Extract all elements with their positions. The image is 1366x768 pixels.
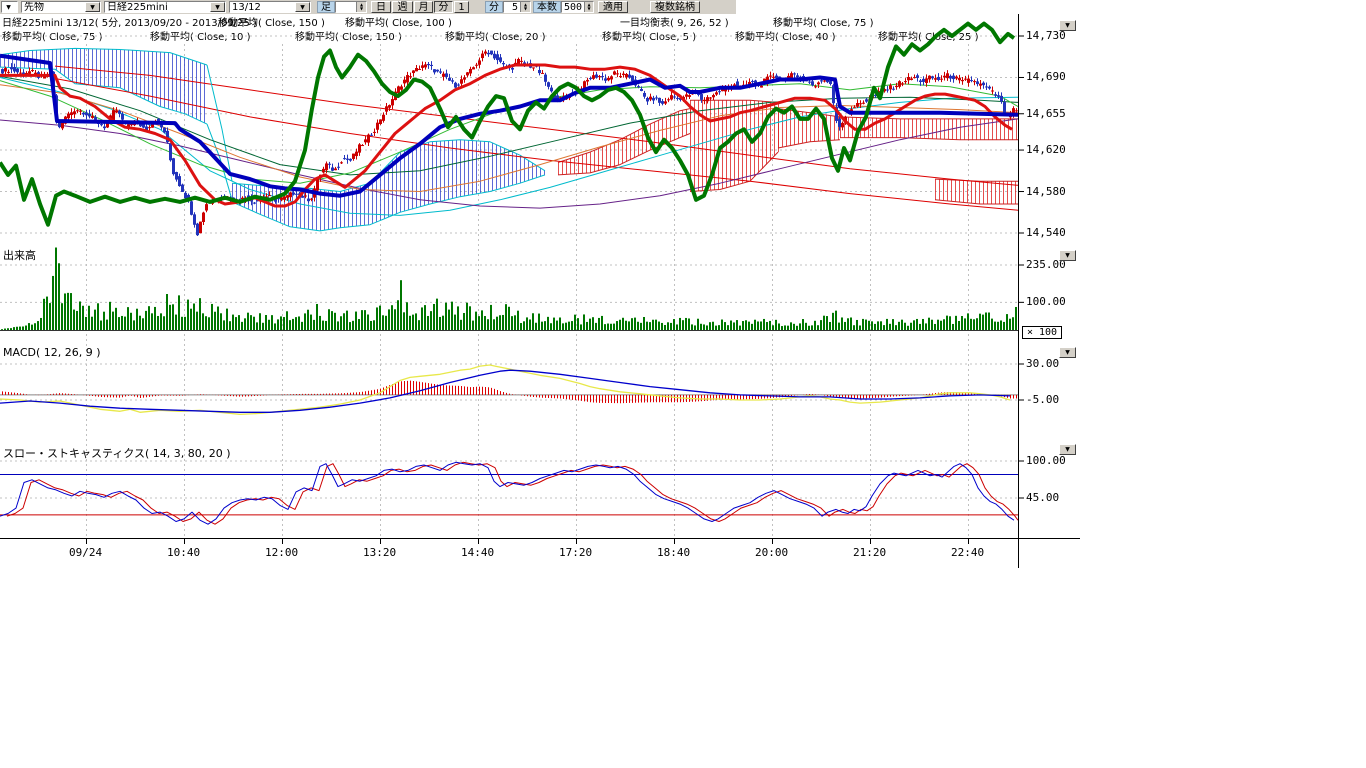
period-day-button[interactable]: 日 xyxy=(371,1,391,13)
mini-dropdown[interactable]: ▼ xyxy=(1,1,18,13)
minute-spinner[interactable]: 5 ▲▼ xyxy=(503,1,531,13)
chevron-down-icon: ▼ xyxy=(295,2,310,12)
apply-button[interactable]: 適用 xyxy=(598,1,628,13)
macd-panel-dropdown[interactable]: ▼ xyxy=(1059,347,1076,358)
bar-type-spinner[interactable]: ▲▼ xyxy=(335,1,367,13)
instrument-value: 先物 xyxy=(22,2,85,12)
period-week-button[interactable]: 週 xyxy=(392,1,413,13)
symbol-value: 日経225mini xyxy=(105,2,210,12)
symbol-select[interactable]: 日経225mini ▼ xyxy=(104,1,226,13)
spinner-arrows-icon[interactable]: ▲▼ xyxy=(584,2,593,12)
chevron-down-icon: ▼ xyxy=(210,2,225,12)
app-window: ▼ 先物 ▼ 日経225mini ▼ 13/12 ▼ 足 ▲▼ 日 週 月 分 … xyxy=(0,0,1366,768)
toolbar: ▼ 先物 ▼ 日経225mini ▼ 13/12 ▼ 足 ▲▼ 日 週 月 分 … xyxy=(0,0,736,14)
price-panel-dropdown[interactable]: ▼ xyxy=(1059,20,1076,31)
chart-canvas[interactable] xyxy=(0,0,1366,768)
minute-label: 分 xyxy=(485,1,503,13)
bar-count-spinner[interactable]: 500 ▲▼ xyxy=(561,1,594,13)
instrument-select[interactable]: 先物 ▼ xyxy=(21,1,101,13)
contract-month-value: 13/12 xyxy=(230,2,295,12)
period-one-button[interactable]: 1 xyxy=(454,1,469,13)
bar-type-label: 足 xyxy=(317,1,335,13)
contract-month-select[interactable]: 13/12 ▼ xyxy=(229,1,311,13)
multi-symbol-button[interactable]: 複数銘柄 xyxy=(650,1,700,13)
minute-spinner-value: 5 xyxy=(504,2,520,12)
period-month-button[interactable]: 月 xyxy=(414,1,433,13)
bar-count-spinner-value: 500 xyxy=(562,2,584,12)
spinner-arrows-icon[interactable]: ▲▼ xyxy=(356,2,366,12)
chevron-down-icon: ▼ xyxy=(2,2,15,12)
period-minute-button[interactable]: 分 xyxy=(434,1,453,13)
spinner-arrows-icon[interactable]: ▲▼ xyxy=(520,2,530,12)
bar-type-spinner-value xyxy=(336,2,356,12)
stoch-panel-dropdown[interactable]: ▼ xyxy=(1059,444,1076,455)
bar-count-label: 本数 xyxy=(533,1,561,13)
volume-panel-dropdown[interactable]: ▼ xyxy=(1059,250,1076,261)
chevron-down-icon: ▼ xyxy=(85,2,100,12)
